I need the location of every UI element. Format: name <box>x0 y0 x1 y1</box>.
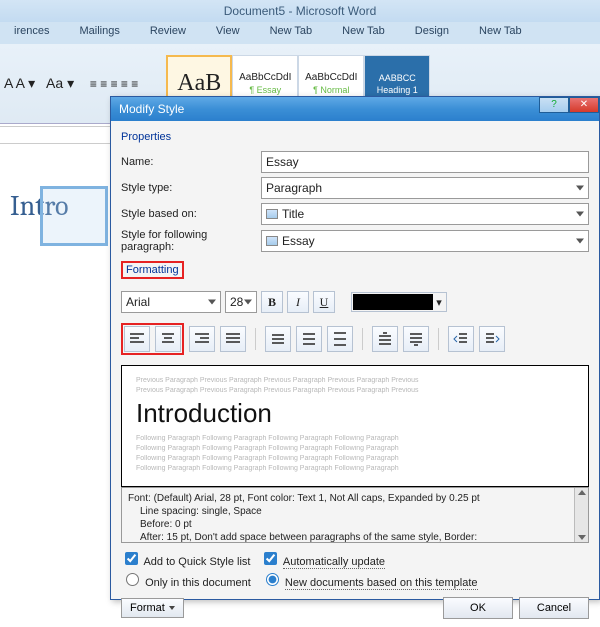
dialog-titlebar[interactable]: Modify Style ? ✕ <box>111 97 599 121</box>
type-dropdown[interactable]: Paragraph <box>261 177 589 199</box>
tab-review[interactable]: Review <box>136 22 200 44</box>
bold-button[interactable]: B <box>261 291 283 313</box>
name-label: Name: <box>121 156 261 168</box>
paragraph-controls-icon: ≡ ≡ ≡ ≡ ≡ <box>90 77 138 91</box>
name-input[interactable]: Essay <box>261 151 589 173</box>
preview-title: Introduction <box>136 398 574 429</box>
cancel-button[interactable]: Cancel <box>519 597 589 619</box>
auto-update-checkbox[interactable]: Automatically update <box>260 549 385 568</box>
type-label: Style type: <box>121 182 261 194</box>
tab-references[interactable]: irences <box>0 22 63 44</box>
modify-style-dialog: Modify Style ? ✕ Properties Name: Essay … <box>110 96 600 600</box>
following-label: Style for following paragraph: <box>121 229 261 253</box>
tab-design[interactable]: Design <box>401 22 463 44</box>
linespacing-2-button[interactable] <box>327 326 353 352</box>
linespacing-15-button[interactable] <box>296 326 322 352</box>
underline-button[interactable]: U <box>313 291 335 313</box>
style-description: Font: (Default) Arial, 28 pt, Font color… <box>121 487 589 543</box>
align-right-button[interactable] <box>189 326 215 352</box>
tab-newtab-1[interactable]: New Tab <box>256 22 327 44</box>
linespacing-1-button[interactable] <box>265 326 291 352</box>
ribbon-tabs: irences Mailings Review View New Tab New… <box>0 22 600 44</box>
increase-indent-button[interactable] <box>479 326 505 352</box>
dialog-title: Modify Style <box>119 102 184 116</box>
decrease-indent-button[interactable] <box>448 326 474 352</box>
help-button[interactable]: ? <box>539 97 569 113</box>
style-preview: Previous Paragraph Previous Paragraph Pr… <box>121 365 589 487</box>
chevron-down-icon: ▾ <box>433 296 445 309</box>
based-on-label: Style based on: <box>121 208 261 220</box>
align-justify-button[interactable] <box>220 326 246 352</box>
align-left-button[interactable] <box>124 326 150 352</box>
tab-newtab-3[interactable]: New Tab <box>465 22 536 44</box>
font-dropdown[interactable]: Arial <box>121 291 221 313</box>
space-before-up-button[interactable] <box>372 326 398 352</box>
color-swatch <box>353 294 433 310</box>
scrollbar[interactable] <box>574 488 588 542</box>
format-button[interactable]: Format <box>121 598 184 618</box>
align-center-button[interactable] <box>155 326 181 352</box>
properties-section: Properties <box>121 131 171 143</box>
quick-style-checkbox[interactable]: Add to Quick Style list <box>121 549 250 568</box>
ok-button[interactable]: OK <box>443 597 513 619</box>
based-on-dropdown[interactable]: Title <box>261 203 589 225</box>
formatting-section: Formatting <box>121 261 184 279</box>
font-color-dropdown[interactable]: ▾ <box>351 292 447 312</box>
paragraph-icon <box>266 209 278 219</box>
selection-highlight <box>40 186 108 246</box>
close-button[interactable]: ✕ <box>569 97 599 113</box>
font-controls-icon: A A ▾ Aa ▾ <box>4 75 82 92</box>
tab-view[interactable]: View <box>202 22 254 44</box>
new-docs-radio[interactable]: New documents based on this template <box>261 570 478 589</box>
paragraph-icon <box>266 236 278 246</box>
italic-button[interactable]: I <box>287 291 309 313</box>
following-dropdown[interactable]: Essay <box>261 230 589 252</box>
size-dropdown[interactable]: 28 <box>225 291 257 313</box>
tab-newtab-2[interactable]: New Tab <box>328 22 399 44</box>
only-this-doc-radio[interactable]: Only in this document <box>121 570 251 589</box>
tab-mailings[interactable]: Mailings <box>65 22 133 44</box>
space-before-down-button[interactable] <box>403 326 429 352</box>
app-title: Document5 - Microsoft Word <box>0 0 600 22</box>
